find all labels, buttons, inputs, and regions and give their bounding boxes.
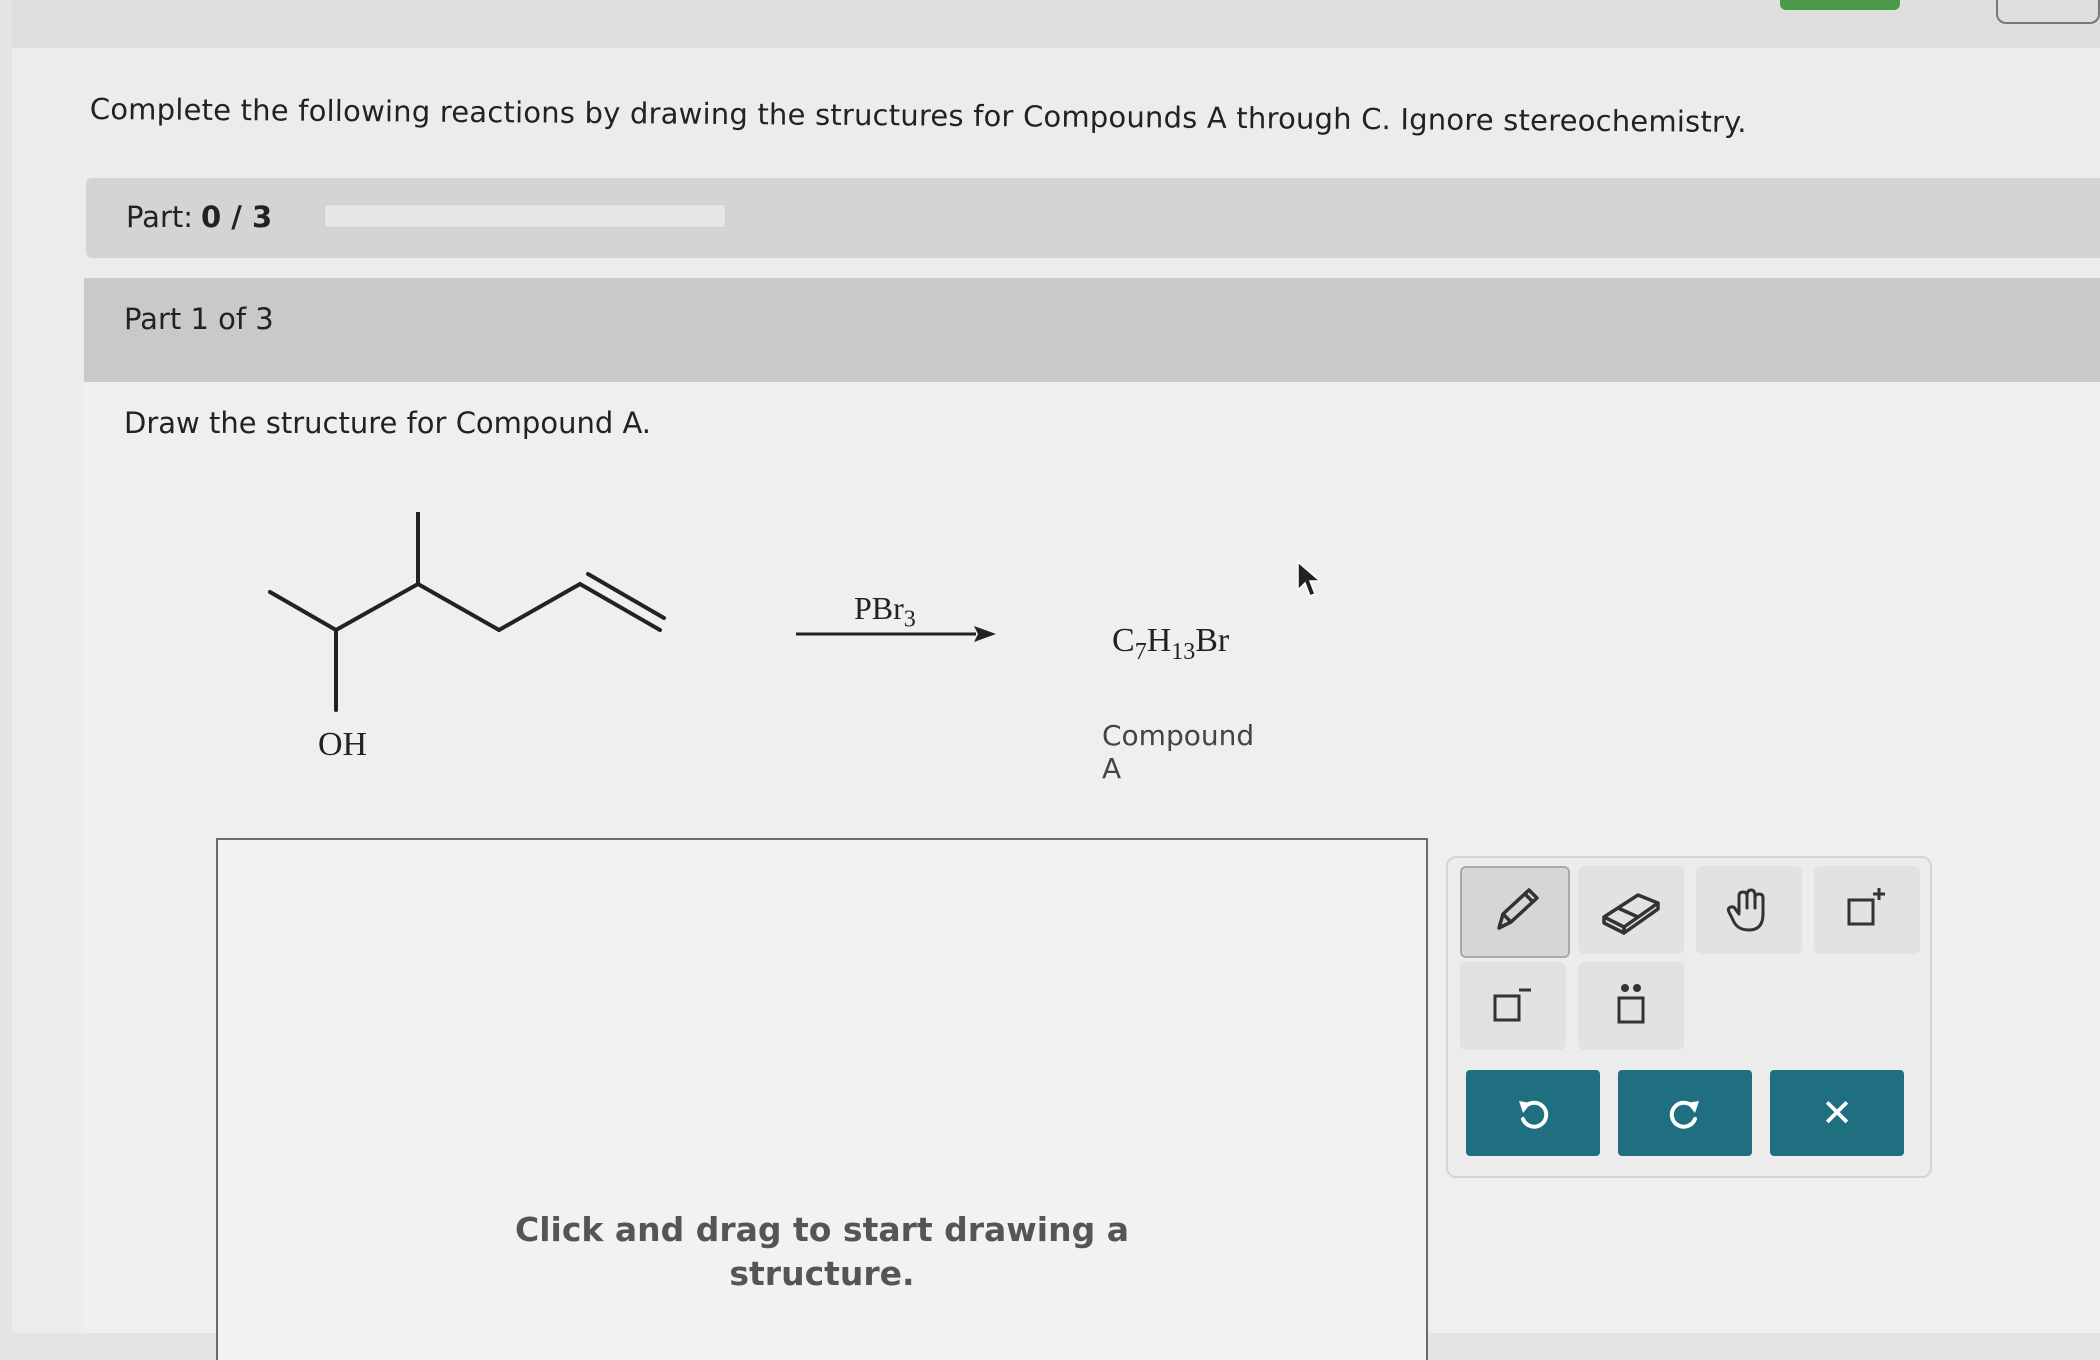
reactant-structure: OH [268, 512, 666, 763]
eraser-icon [1602, 893, 1660, 935]
reaction-arrow-icon [796, 626, 996, 642]
page: Complete the following reactions by draw… [12, 0, 2100, 1360]
formula-hydrogen-count: 13 [1171, 638, 1196, 665]
bond [334, 582, 420, 632]
part-progress-bar: Part: 0 / 3 [86, 178, 2100, 258]
bond [268, 590, 338, 632]
eraser-tool-button[interactable] [1578, 866, 1684, 954]
progress-track [324, 204, 726, 228]
positive-charge-icon [1847, 888, 1885, 926]
mouse-cursor-icon [1297, 560, 1322, 597]
lone-pair-button[interactable] [1578, 962, 1684, 1050]
top-corner-button[interactable] [1996, 0, 2100, 24]
question-prompt: Draw the structure for Compound A. [124, 406, 652, 440]
positive-charge-button[interactable] [1814, 866, 1920, 954]
formula-hydrogen: H [1146, 622, 1172, 659]
undo-button[interactable] [1466, 1070, 1600, 1156]
part-progress-value: 0 / 3 [201, 200, 273, 234]
reagent-main: PBr [854, 590, 904, 626]
formula-bromine: Br [1195, 622, 1230, 659]
part-header-label: Part 1 of 3 [124, 302, 274, 336]
drawing-toolbar: ✕ [1446, 856, 1932, 1178]
top-status-tab[interactable] [1780, 0, 1900, 10]
pencil-tool-button[interactable] [1460, 866, 1570, 958]
hand-icon [1726, 888, 1765, 932]
clear-button[interactable]: ✕ [1770, 1070, 1904, 1156]
negative-charge-icon [1493, 988, 1531, 1022]
canvas-hint: Click and drag to start drawing a struct… [218, 1208, 1426, 1296]
part-body: Draw the structure for Compound A. OH PB… [82, 382, 2100, 1360]
canvas-hint-line1: Click and drag to start drawing a [515, 1210, 1129, 1249]
bond [497, 582, 582, 632]
lone-pair-icon [1617, 984, 1645, 1024]
hydroxyl-label: OH [318, 726, 367, 763]
formula-carbon-count: 7 [1134, 638, 1147, 665]
part-header[interactable]: Part 1 of 3 [84, 278, 2100, 382]
hand-tool-button[interactable] [1696, 866, 1802, 954]
redo-button[interactable] [1618, 1070, 1752, 1156]
instructions-text: Complete the following reactions by draw… [89, 92, 1747, 140]
canvas-hint-line2: structure. [729, 1254, 915, 1293]
product-formula: C7H13Br [1112, 622, 1229, 666]
drawing-canvas[interactable]: Click and drag to start drawing a struct… [216, 838, 1428, 1360]
undo-icon [1519, 1100, 1549, 1129]
redo-icon [1669, 1100, 1699, 1129]
close-icon: ✕ [1821, 1091, 1853, 1135]
bond [416, 582, 501, 632]
part-progress-label: Part: 0 / 3 [126, 200, 272, 234]
product-label: Compound A [1102, 719, 1255, 785]
pencil-icon [1497, 888, 1539, 930]
negative-charge-button[interactable] [1460, 962, 1566, 1050]
part-progress-caption: Part: [126, 200, 194, 234]
formula-carbon: C [1112, 622, 1135, 659]
